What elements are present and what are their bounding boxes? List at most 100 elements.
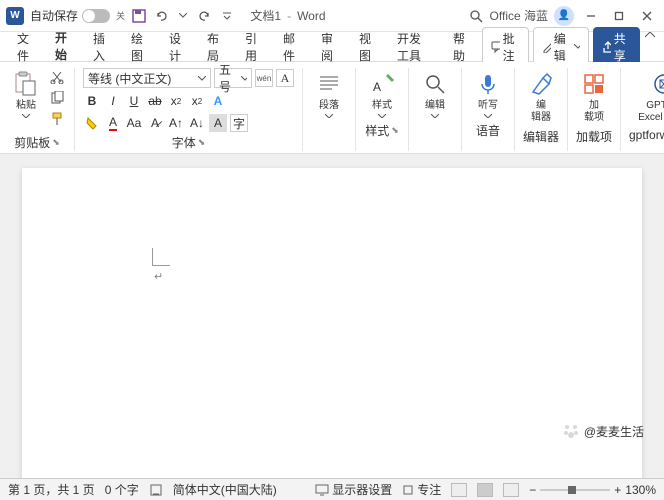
autosave-state: 关 [116,9,125,22]
group-gpt: GPT for Excel Word gptforwork.... [629,68,664,151]
ruler-margin-mark [152,248,170,266]
collapse-ribbon-icon[interactable] [644,27,656,43]
comments-button[interactable]: 批注 [482,27,529,67]
strike-button[interactable]: ab [146,92,164,110]
chevron-down-icon [574,44,580,49]
chevron-down-icon [22,114,30,118]
gpt-icon [650,70,664,98]
status-page[interactable]: 第 1 页，共 1 页 [8,481,95,498]
underline-button[interactable]: U [125,92,143,110]
dialog-launcher-icon[interactable]: ⬊ [391,125,399,136]
grow-font-icon[interactable]: A↑ [167,114,185,132]
styles-icon: A [368,70,396,98]
editing-group-button[interactable]: 编辑 [417,68,453,120]
status-bar: 第 1 页，共 1 页 0 个字 简体中文(中国大陆) 显示器设置 专注 − +… [0,478,664,500]
addins-button[interactable]: 加 载项 [576,68,612,126]
page[interactable]: ↵ [22,168,642,478]
zoom-in-icon[interactable]: + [614,483,621,497]
app-icon: W [6,7,24,25]
monitor-icon [315,484,329,496]
phonetic-guide-icon[interactable]: wén [255,69,273,87]
char-shading-icon[interactable]: A [209,114,227,132]
zoom-out-icon[interactable]: − [529,483,536,497]
minimize-icon[interactable] [580,5,602,27]
styles-button[interactable]: A 样式 [364,68,400,120]
mic-icon [474,70,502,98]
dialog-launcher-icon[interactable]: ⬊ [52,137,60,148]
bold-button[interactable]: B [83,92,101,110]
share-button[interactable]: 共享 [593,27,640,67]
close-icon[interactable] [636,5,658,27]
copy-icon[interactable] [48,89,66,107]
paste-button[interactable]: 粘贴 [8,68,44,120]
svg-text:A: A [373,80,381,94]
font-color-button[interactable]: A [104,114,122,132]
user-name[interactable]: Office 海蓝 [490,7,548,24]
comment-icon [491,41,500,53]
avatar[interactable]: 👤 [554,6,574,26]
font-size-combo[interactable]: 五号 [214,68,252,88]
search-icon[interactable] [468,8,484,24]
editor-button[interactable]: 编 辑器 [523,68,559,126]
status-focus[interactable]: 专注 [402,481,441,498]
view-web-icon[interactable] [503,483,519,497]
shrink-font-icon[interactable]: A↓ [188,114,206,132]
group-editor: 编 辑器 编辑器 [523,68,568,151]
status-display[interactable]: 显示器设置 [315,481,392,498]
superscript-button[interactable]: x2 [188,92,206,110]
undo-icon[interactable] [153,8,169,24]
redo-icon[interactable] [197,8,213,24]
group-addins: 加 载项 加载项 [576,68,621,151]
share-icon [602,41,611,53]
group-styles: A 样式 样式⬊ [364,68,409,151]
change-case-button[interactable]: Aa [125,114,143,132]
save-icon[interactable] [131,8,147,24]
focus-icon [402,484,414,496]
status-word-count[interactable]: 0 个字 [105,481,139,498]
autosave-toggle-icon[interactable] [82,9,110,23]
char-border-icon[interactable]: A [276,69,294,87]
autosave-label: 自动保存 [30,7,78,24]
format-painter-icon[interactable] [48,110,66,128]
chevron-down-icon[interactable] [175,8,191,24]
ribbon-tabs: 文件 开始 插入 绘图 设计 布局 引用 邮件 审阅 视图 开发工具 帮助 批注… [0,32,664,62]
status-language[interactable]: 简体中文(中国大陆) [173,481,277,498]
search-icon [421,70,449,98]
view-read-icon[interactable] [451,483,467,497]
font-name-combo[interactable]: 等线 (中文正文) [83,68,211,88]
maximize-icon[interactable] [608,5,630,27]
addins-icon [580,70,608,98]
ribbon: 粘贴 剪贴板⬊ 等线 (中文正文) 五号 wén A B I U a [0,62,664,154]
group-editing: 编辑 [417,68,462,151]
editor-icon [527,70,555,98]
group-paragraph: 段落 [311,68,356,151]
italic-button[interactable]: I [104,92,122,110]
autosave[interactable]: 自动保存 关 [30,7,125,24]
view-print-icon[interactable] [477,483,493,497]
zoom-slider[interactable] [540,489,610,491]
spellcheck-icon[interactable] [149,483,163,497]
group-font: 等线 (中文正文) 五号 wén A B I U ab x2 x2 A A Aa… [83,68,303,151]
paste-icon [12,70,40,98]
qat-more-icon[interactable] [219,8,235,24]
highlight-button[interactable] [83,114,101,132]
paragraph-button[interactable]: 段落 [311,68,347,120]
group-clipboard: 粘贴 剪贴板⬊ [8,68,75,151]
cut-icon[interactable] [48,68,66,86]
document-title: 文档1 [250,7,281,24]
document-area[interactable]: ↵ [0,154,664,478]
dictate-button[interactable]: 听写 [470,68,506,120]
enclose-char-icon[interactable]: 字 [230,114,248,132]
app-name: Word [297,9,325,23]
paragraph-icon [315,70,343,98]
group-voice: 听写 语音 [470,68,515,151]
clear-format-icon[interactable]: A̷ [146,114,164,132]
zoom-level[interactable]: 130% [625,483,656,497]
gpt-button[interactable]: GPT for Excel Word [634,68,664,126]
subscript-button[interactable]: x2 [167,92,185,110]
paragraph-mark-icon: ↵ [154,270,163,283]
dialog-launcher-icon[interactable]: ⬊ [198,137,206,148]
editing-button[interactable]: 编辑 [533,27,589,67]
text-effects-icon[interactable]: A [209,92,227,110]
pencil-icon [542,41,551,53]
